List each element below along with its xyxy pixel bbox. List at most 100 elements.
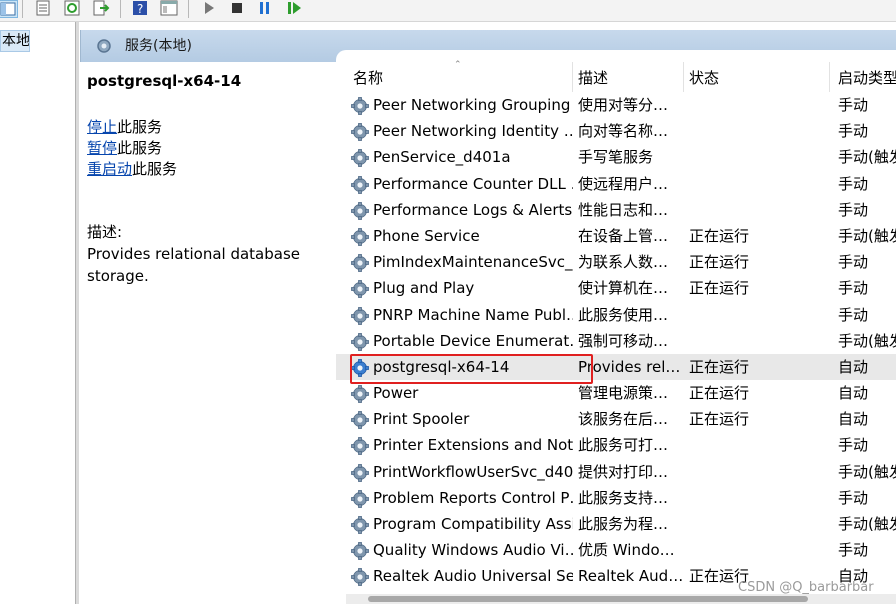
service-startup-cell: 手动(触发 bbox=[838, 148, 896, 167]
service-status-cell: 正在运行 bbox=[689, 410, 750, 429]
service-description-cell: 使计算机在… bbox=[578, 279, 669, 298]
table-row[interactable]: Phone Service 在设备上管… 正在运行 手动(触发 bbox=[336, 223, 896, 249]
service-name-cell: Peer Networking Grouping bbox=[373, 96, 571, 114]
service-startup-cell: 手动 bbox=[838, 488, 869, 507]
service-startup-cell: 手动 bbox=[838, 305, 869, 324]
table-row[interactable]: Quality Windows Audio Vi… 优质 Windo… 手动 bbox=[336, 537, 896, 563]
properties-button[interactable] bbox=[34, 0, 54, 18]
table-row[interactable]: PimIndexMaintenanceSvc_… 为联系人数… 正在运行 手动 bbox=[336, 249, 896, 275]
service-gear-icon bbox=[350, 541, 370, 561]
tree-splitter[interactable] bbox=[76, 22, 79, 604]
table-row[interactable]: Performance Counter DLL … 使远程用户… 手动 bbox=[336, 171, 896, 197]
service-description-cell: 此服务使用… bbox=[578, 305, 669, 324]
restart-service-link[interactable]: 重启动 bbox=[87, 160, 132, 178]
service-startup-cell: 手动 bbox=[838, 174, 869, 193]
column-header-description[interactable]: 描述 bbox=[578, 65, 608, 91]
service-startup-cell: 手动 bbox=[838, 436, 869, 455]
refresh-button[interactable] bbox=[63, 0, 83, 18]
restart-service-button[interactable] bbox=[285, 0, 305, 18]
table-row[interactable]: PenService_d401a 手写笔服务 手动(触发 bbox=[336, 144, 896, 170]
stop-service-button[interactable] bbox=[228, 0, 248, 18]
service-description-cell: 强制可移动… bbox=[578, 331, 669, 350]
service-gear-icon bbox=[350, 227, 370, 247]
horizontal-scrollbar-thumb[interactable] bbox=[368, 596, 808, 602]
service-details-pane: postgresql-x64-14 停止此服务 暂停此服务 重启动此服务 描述:… bbox=[80, 62, 336, 604]
horizontal-scrollbar[interactable] bbox=[346, 594, 896, 604]
pause-service-link[interactable]: 暂停 bbox=[87, 139, 117, 157]
start-service-button[interactable] bbox=[200, 0, 220, 18]
svg-text:?: ? bbox=[137, 2, 143, 16]
service-description-cell: 手写笔服务 bbox=[578, 148, 654, 167]
description-label: 描述: bbox=[87, 223, 123, 241]
console-view-button[interactable] bbox=[160, 0, 180, 18]
service-startup-cell: 自动 bbox=[838, 384, 869, 403]
service-name-cell: Phone Service bbox=[373, 226, 480, 245]
table-row[interactable]: PNRP Machine Name Publ… 此服务使用… 手动 bbox=[336, 302, 896, 328]
table-row[interactable]: Portable Device Enumerat… 强制可移动… 手动(触发 bbox=[336, 328, 896, 354]
service-name-cell: Peer Networking Identity … bbox=[373, 122, 573, 141]
gear-icon bbox=[95, 37, 113, 55]
table-row[interactable]: Print Spooler 该服务在后… 正在运行 自动 bbox=[336, 406, 896, 432]
service-startup-cell: 手动(触发 bbox=[838, 462, 896, 481]
table-row[interactable]: Printer Extensions and Noti… 此服务可打… 手动 bbox=[336, 432, 896, 458]
service-name-cell: PrintWorkflowUserSvc_d40… bbox=[373, 462, 573, 481]
service-name-cell: Realtek Audio Universal Se… bbox=[373, 567, 573, 586]
service-gear-icon bbox=[350, 148, 370, 168]
service-startup-cell: 手动 bbox=[838, 122, 869, 141]
table-row[interactable]: Program Compatibility Assi… 此服务为程… 手动(触发 bbox=[336, 511, 896, 537]
restart-action-suffix: 此服务 bbox=[132, 160, 178, 178]
table-row[interactable]: Peer Networking Identity … 向对等名称… 手动 bbox=[336, 118, 896, 144]
services-rows: Peer Networking Grouping 使用对等分… 手动 Peer Net… bbox=[336, 92, 896, 590]
service-description-cell: 在设备上管… bbox=[578, 226, 669, 245]
show-hide-tree-button[interactable] bbox=[0, 0, 18, 18]
service-description-cell: 性能日志和… bbox=[578, 200, 669, 219]
services-header-title: 服务(本地) bbox=[125, 38, 192, 54]
service-name-cell: Printer Extensions and Noti… bbox=[373, 436, 573, 455]
service-description-cell: 使远程用户… bbox=[578, 174, 669, 193]
help-button[interactable]: ? bbox=[131, 0, 151, 18]
service-name-cell: PimIndexMaintenanceSvc_… bbox=[373, 253, 573, 272]
service-startup-cell: 自动 bbox=[838, 410, 869, 429]
service-gear-icon bbox=[350, 567, 370, 587]
service-gear-icon bbox=[350, 306, 370, 326]
column-header-name[interactable]: 名称 bbox=[353, 65, 383, 91]
column-header-startup-type[interactable]: 启动类型 bbox=[838, 65, 896, 91]
table-row[interactable]: Peer Networking Grouping 使用对等分… 手动 bbox=[336, 92, 896, 118]
table-row[interactable]: Problem Reports Control P… 此服务支持… 手动 bbox=[336, 485, 896, 511]
service-startup-cell: 手动 bbox=[838, 96, 869, 114]
service-startup-cell: 手动 bbox=[838, 279, 869, 298]
pause-action-suffix: 此服务 bbox=[117, 139, 163, 157]
selected-service-name: postgresql-x64-14 bbox=[87, 72, 242, 90]
selected-row-highlight bbox=[350, 354, 593, 384]
tree-item-services-local[interactable]: 本地) bbox=[0, 30, 30, 52]
export-list-button[interactable] bbox=[92, 0, 112, 18]
service-startup-cell: 手动 bbox=[838, 253, 869, 272]
service-name-cell: Print Spooler bbox=[373, 410, 470, 429]
service-gear-icon bbox=[350, 201, 370, 221]
service-gear-icon bbox=[350, 279, 370, 299]
service-description-cell: 此服务为程… bbox=[578, 515, 669, 533]
table-row[interactable]: Plug and Play 使计算机在… 正在运行 手动 bbox=[336, 275, 896, 301]
column-header-status[interactable]: 状态 bbox=[689, 65, 719, 91]
service-startup-cell: 手动(触发 bbox=[838, 331, 896, 350]
pause-action: 暂停此服务 bbox=[87, 138, 162, 158]
stop-service-link[interactable]: 停止 bbox=[87, 118, 117, 136]
service-description-cell: 向对等名称… bbox=[578, 122, 669, 141]
stop-action: 停止此服务 bbox=[87, 117, 162, 137]
service-description-cell: 使用对等分… bbox=[578, 96, 669, 114]
stop-action-suffix: 此服务 bbox=[117, 118, 163, 136]
service-gear-icon bbox=[350, 122, 370, 142]
service-startup-cell: 手动 bbox=[838, 541, 869, 560]
service-gear-icon bbox=[350, 175, 370, 195]
watermark: CSDN @Q_barbarbar bbox=[738, 580, 874, 595]
table-row[interactable]: PrintWorkflowUserSvc_d40… 提供对打印… 手动(触发 bbox=[336, 459, 896, 485]
service-gear-icon bbox=[350, 253, 370, 273]
description-text: Provides relational database storage. bbox=[87, 245, 301, 285]
service-name-cell: Program Compatibility Assi… bbox=[373, 515, 573, 533]
table-row[interactable]: Performance Logs & Alerts 性能日志和… 手动 bbox=[336, 197, 896, 223]
service-gear-icon bbox=[350, 96, 370, 116]
service-description-cell: 提供对打印… bbox=[578, 462, 669, 481]
services-list: ⌃ 名称 描述 状态 启动类型 Peer Networking Grouping… bbox=[336, 50, 896, 604]
service-name-cell: Quality Windows Audio Vi… bbox=[373, 541, 573, 560]
pause-service-button[interactable] bbox=[256, 0, 276, 18]
